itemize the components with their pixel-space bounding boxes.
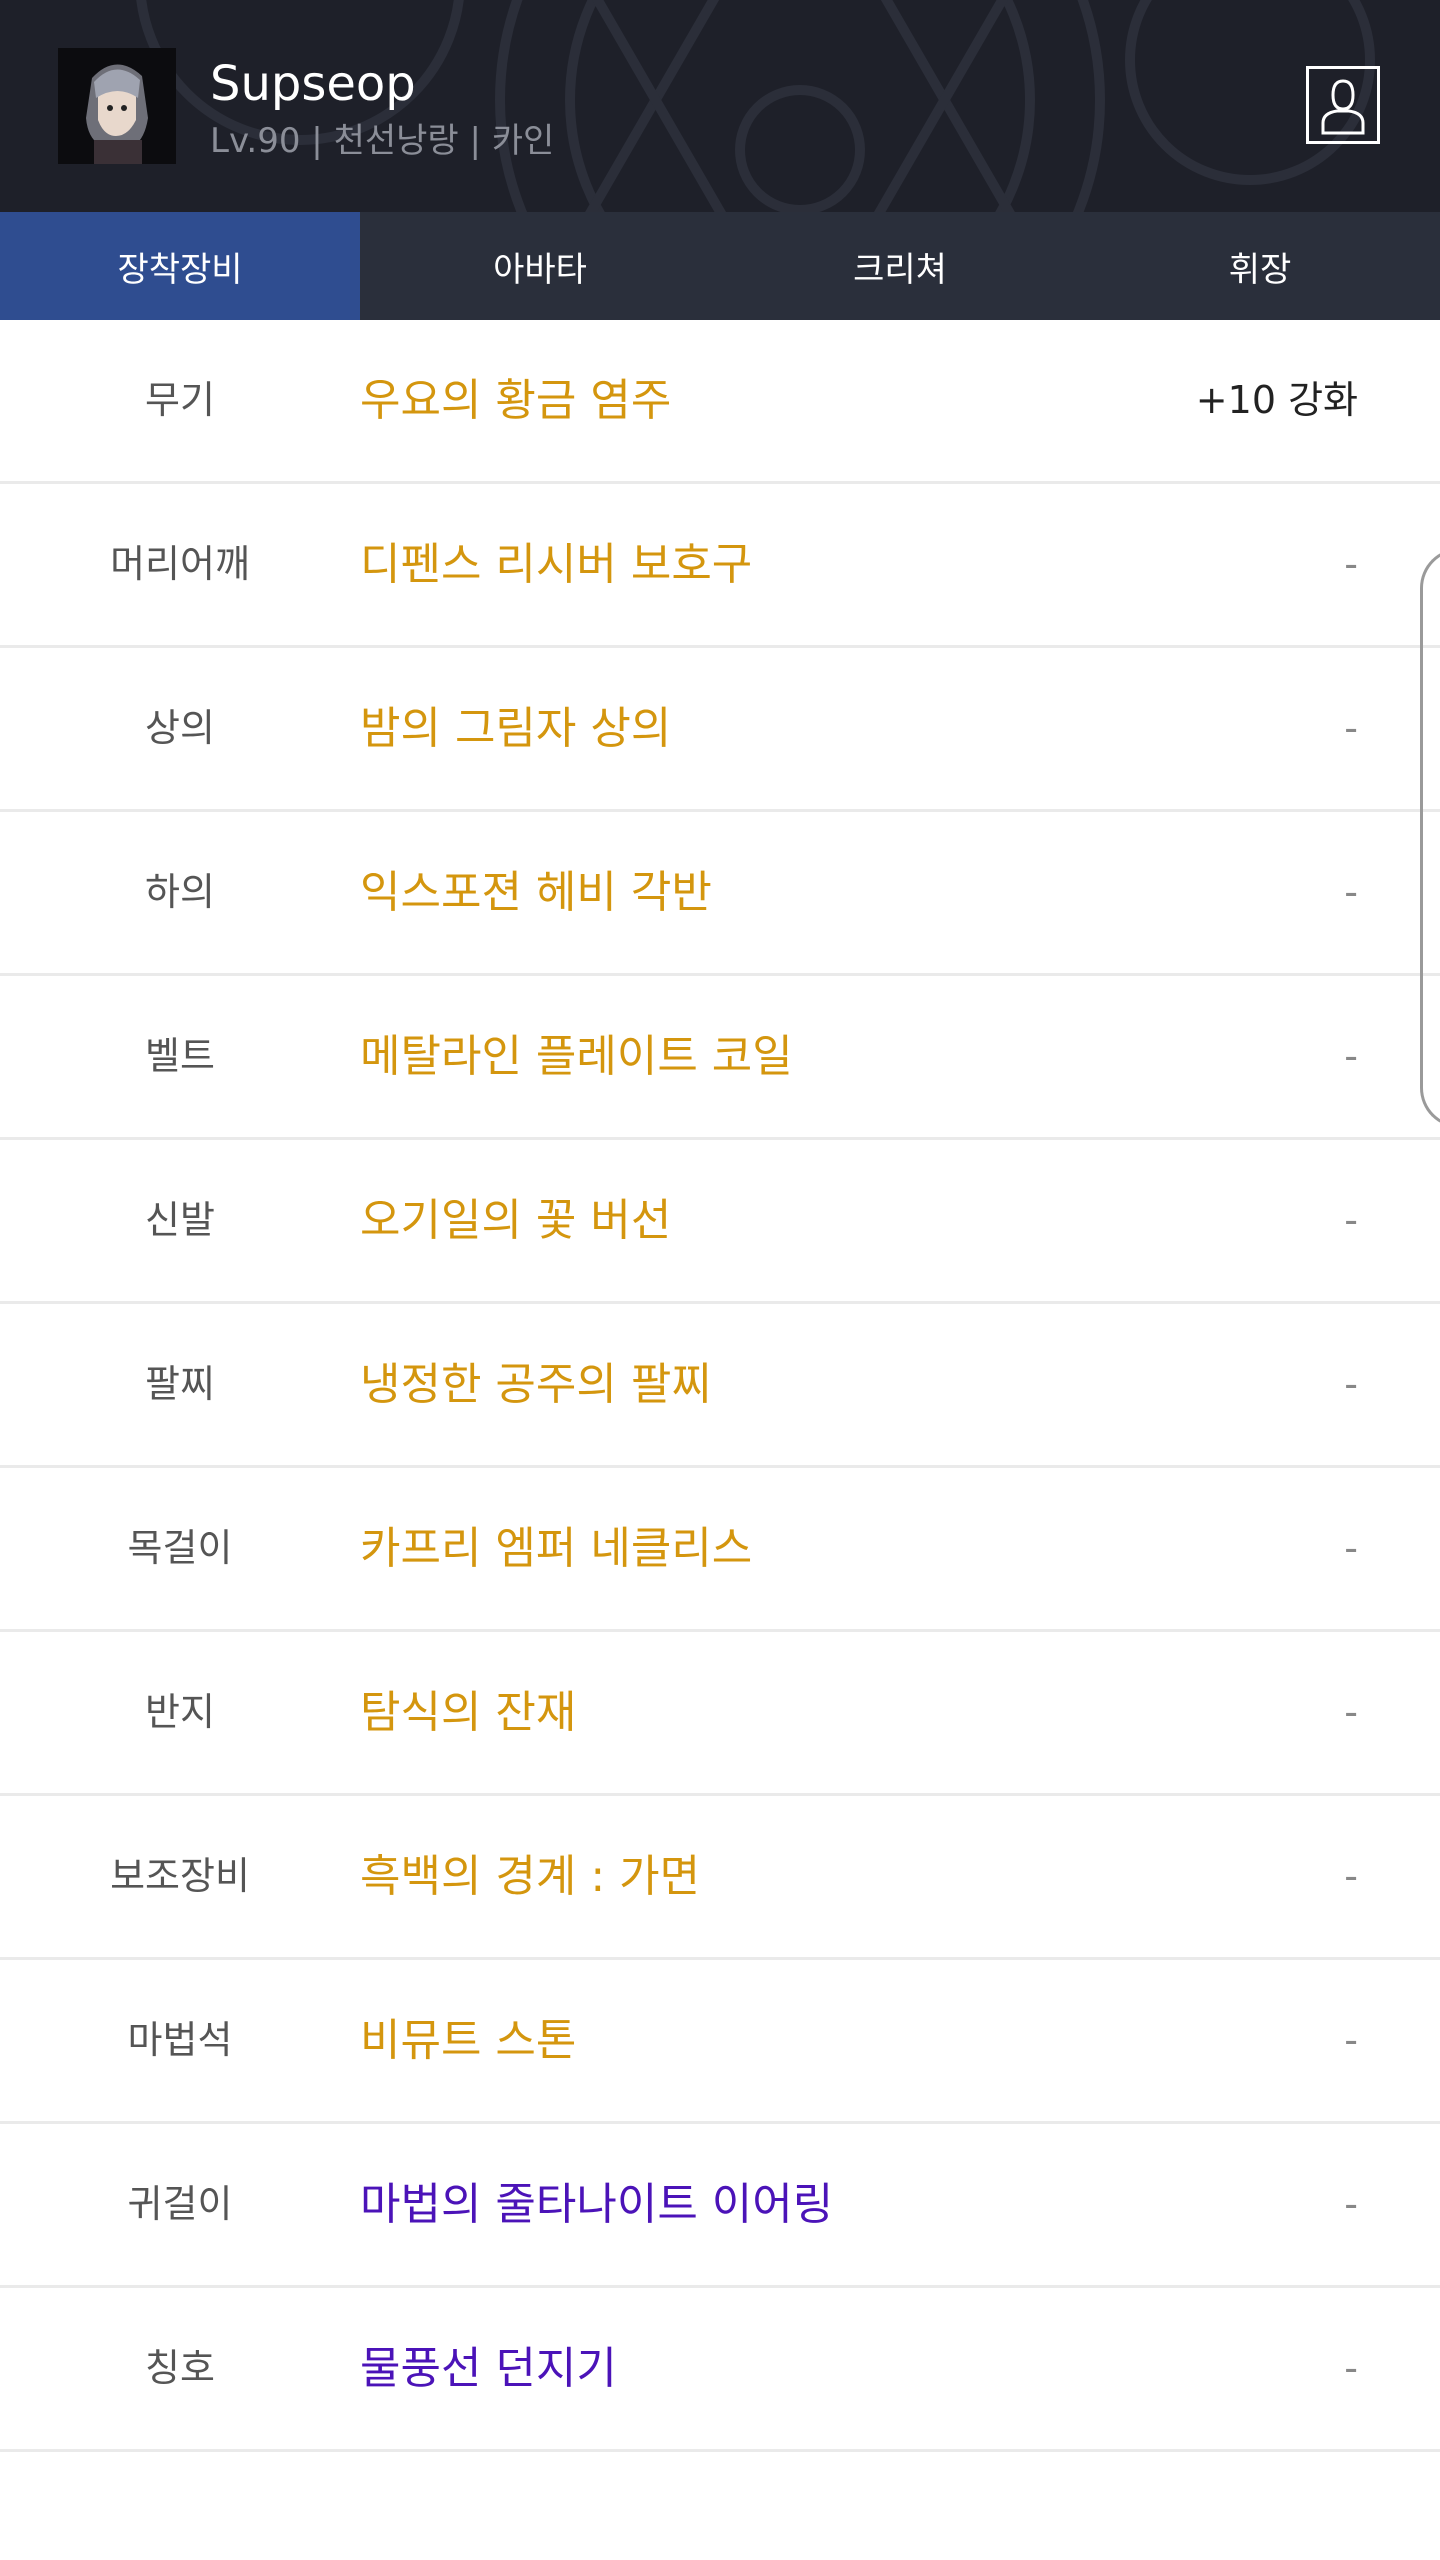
equipment-row-earring[interactable]: 귀걸이 마법의 줄타나이트 이어링 - bbox=[0, 2124, 1440, 2288]
slot-label: 머리어깨 bbox=[110, 542, 250, 586]
slot-label: 하의 bbox=[145, 870, 215, 914]
item-name: 메탈라인 플레이트 코일 bbox=[360, 1031, 793, 1082]
slot-label: 귀걸이 bbox=[127, 2182, 233, 2226]
slot-label: 무기 bbox=[145, 378, 215, 422]
slot-label: 팔찌 bbox=[145, 1362, 215, 1406]
item-name: 냉정한 공주의 팔찌 bbox=[360, 1359, 712, 1410]
enhance-level: - bbox=[1344, 2182, 1358, 2226]
enhance-level: - bbox=[1344, 2018, 1358, 2062]
profile-button[interactable] bbox=[1306, 66, 1380, 144]
equipment-row-weapon[interactable]: 무기 우요의 황금 염주 +10 강화 bbox=[0, 320, 1440, 484]
slot-label: 상의 bbox=[145, 706, 215, 750]
character-header: Supseop Lv.90 | 천선낭랑 | 카인 bbox=[0, 0, 1440, 212]
equipment-tabs: 장착장비 아바타 크리쳐 휘장 bbox=[0, 212, 1440, 320]
side-drawer-handle[interactable] bbox=[1420, 548, 1440, 1128]
slot-label: 벨트 bbox=[145, 1034, 215, 1078]
item-name: 마법의 줄타나이트 이어링 bbox=[360, 2179, 834, 2230]
item-name: 카프리 엠퍼 네클리스 bbox=[360, 1523, 753, 1574]
equipment-row-head-shoulder[interactable]: 머리어깨 디펜스 리시버 보호구 - bbox=[0, 484, 1440, 648]
equipment-row-top[interactable]: 상의 밤의 그림자 상의 - bbox=[0, 648, 1440, 812]
tab-avatar[interactable]: 아바타 bbox=[360, 212, 720, 320]
enhance-level: - bbox=[1344, 706, 1358, 750]
equipment-row-necklace[interactable]: 목걸이 카프리 엠퍼 네클리스 - bbox=[0, 1468, 1440, 1632]
equipment-row-title[interactable]: 칭호 물풍선 던지기 - bbox=[0, 2288, 1440, 2452]
enhance-level: - bbox=[1344, 1362, 1358, 1406]
slot-label: 목걸이 bbox=[127, 1526, 233, 1570]
enhance-level: - bbox=[1344, 1198, 1358, 1242]
slot-label: 보조장비 bbox=[110, 1854, 250, 1898]
enhance-level: - bbox=[1344, 1854, 1358, 1898]
slot-label: 신발 bbox=[145, 1198, 215, 1242]
equipment-row-belt[interactable]: 벨트 메탈라인 플레이트 코일 - bbox=[0, 976, 1440, 1140]
equipment-row-bracelet[interactable]: 팔찌 냉정한 공주의 팔찌 - bbox=[0, 1304, 1440, 1468]
slot-label: 마법석 bbox=[127, 2018, 233, 2062]
character-avatar bbox=[58, 48, 176, 164]
equipment-row-shoes[interactable]: 신발 오기일의 꽃 버선 - bbox=[0, 1140, 1440, 1304]
equipment-list: 무기 우요의 황금 염주 +10 강화 머리어깨 디펜스 리시버 보호구 - 상… bbox=[0, 320, 1440, 2452]
enhance-level: - bbox=[1344, 1034, 1358, 1078]
tab-creature[interactable]: 크리쳐 bbox=[720, 212, 1080, 320]
item-name: 디펜스 리시버 보호구 bbox=[360, 539, 753, 590]
slot-label: 칭호 bbox=[145, 2346, 215, 2390]
equipment-row-bottom[interactable]: 하의 익스포젼 헤비 각반 - bbox=[0, 812, 1440, 976]
tab-equipped-gear[interactable]: 장착장비 bbox=[0, 212, 360, 320]
enhance-level: - bbox=[1344, 1526, 1358, 1570]
enhance-level: - bbox=[1344, 542, 1358, 586]
item-name: 오기일의 꽃 버선 bbox=[360, 1195, 672, 1246]
equipment-row-support[interactable]: 보조장비 흑백의 경계 : 가면 - bbox=[0, 1796, 1440, 1960]
enhance-level: - bbox=[1344, 1690, 1358, 1734]
item-name: 탐식의 잔재 bbox=[360, 1687, 577, 1738]
enhance-level: - bbox=[1344, 870, 1358, 914]
character-level-class-server: Lv.90 | 천선낭랑 | 카인 bbox=[210, 121, 555, 161]
item-name: 우요의 황금 염주 bbox=[360, 375, 672, 426]
character-name: Supseop bbox=[210, 56, 416, 112]
item-name: 익스포젼 헤비 각반 bbox=[360, 867, 712, 918]
enhance-level: +10 강화 bbox=[1195, 378, 1358, 422]
equipment-row-magic-stone[interactable]: 마법석 비뮤트 스톤 - bbox=[0, 1960, 1440, 2124]
item-name: 비뮤트 스톤 bbox=[360, 2015, 577, 2066]
slot-label: 반지 bbox=[145, 1690, 215, 1734]
tab-insignia[interactable]: 휘장 bbox=[1080, 212, 1440, 320]
enhance-level: - bbox=[1344, 2346, 1358, 2390]
equipment-row-ring[interactable]: 반지 탐식의 잔재 - bbox=[0, 1632, 1440, 1796]
item-name: 물풍선 던지기 bbox=[360, 2343, 617, 2394]
item-name: 흑백의 경계 : 가면 bbox=[360, 1851, 701, 1902]
person-icon bbox=[1321, 79, 1365, 135]
item-name: 밤의 그림자 상의 bbox=[360, 703, 672, 754]
